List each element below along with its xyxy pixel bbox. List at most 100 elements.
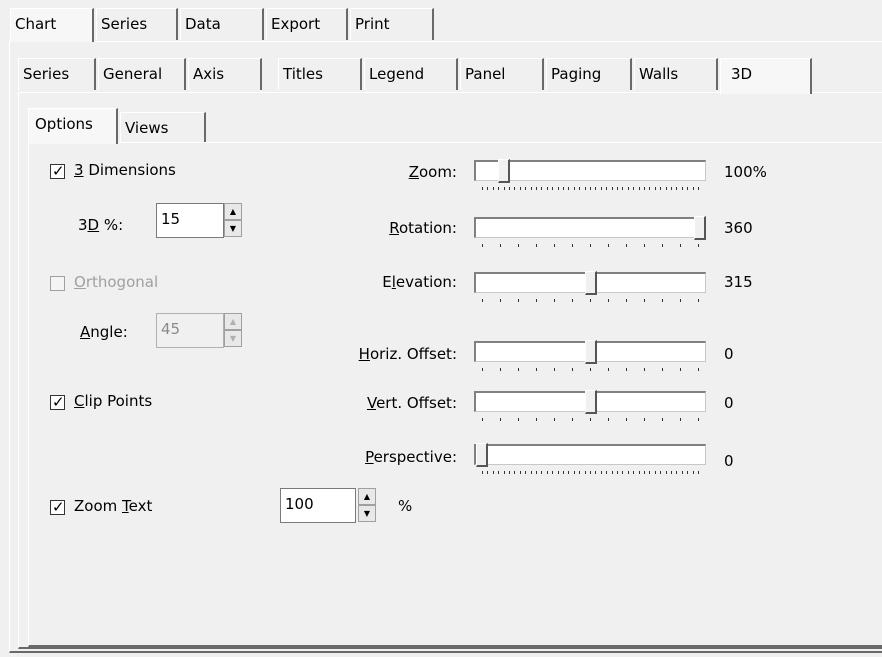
spin-down-icon[interactable]: ▼: [224, 330, 242, 347]
tick-mark: [554, 368, 555, 371]
tick-mark: [536, 187, 537, 190]
rotation-slider-thumb[interactable]: [694, 216, 706, 240]
horiz-offset-slider-ticks: [474, 368, 706, 372]
perspective-value: 0: [724, 452, 734, 470]
tab-export[interactable]: Export: [266, 8, 348, 40]
tick-mark: [482, 187, 483, 190]
tick-mark: [573, 471, 575, 474]
tick-mark: [552, 471, 554, 474]
tick-mark: [503, 187, 505, 190]
tick-mark: [525, 187, 527, 190]
elevation-value: 315: [724, 273, 753, 291]
zoom-text-unit: %: [398, 497, 413, 515]
tick-mark: [525, 471, 527, 474]
3d-percent-input[interactable]: 15: [156, 203, 224, 238]
spin-down-icon[interactable]: ▼: [224, 220, 242, 237]
orthogonal-label[interactable]: Orthogonal: [74, 273, 158, 291]
tick-mark: [627, 471, 629, 474]
tick-mark: [498, 471, 500, 474]
tick-mark: [557, 471, 559, 474]
zoom-text-input[interactable]: 100: [280, 488, 356, 523]
tick-mark: [611, 187, 613, 190]
tab-print[interactable]: Print: [350, 8, 434, 40]
tab-label: Series: [23, 65, 70, 83]
tick-mark: [536, 244, 537, 247]
tick-mark: [662, 244, 663, 247]
perspective-slider-ticks: [474, 471, 706, 475]
tab-titles[interactable]: Titles: [278, 58, 362, 90]
3-dimensions-label[interactable]: 3 Dimensions: [74, 161, 176, 179]
tick-mark: [622, 471, 624, 474]
tab-label: Paging: [551, 65, 602, 83]
angle-label: Angle:: [80, 323, 128, 341]
zoom-text-spinner[interactable]: ▲ ▼: [358, 488, 376, 523]
elevation-slider-thumb[interactable]: [585, 271, 597, 295]
spin-up-icon[interactable]: ▲: [224, 313, 242, 330]
perspective-slider[interactable]: [474, 444, 706, 465]
zoom-text-label[interactable]: Zoom Text: [74, 497, 152, 515]
3-dimensions-checkbox[interactable]: ✓: [50, 162, 65, 180]
elevation-slider-ticks: [474, 299, 706, 303]
tab-series-settings[interactable]: Series: [18, 58, 96, 90]
tick-mark: [552, 187, 554, 190]
tab-chart[interactable]: Chart: [10, 8, 94, 42]
angle-spinner[interactable]: ▲ ▼: [224, 313, 242, 348]
tick-mark: [482, 471, 483, 474]
3d-percent-spinner[interactable]: ▲ ▼: [224, 203, 242, 238]
tick-mark: [572, 299, 573, 302]
orthogonal-checkbox[interactable]: [50, 276, 65, 291]
tick-mark: [627, 187, 629, 190]
zoom-text-checkbox[interactable]: ✓: [50, 498, 65, 516]
checkmark-icon: ✓: [52, 393, 65, 411]
tab-walls[interactable]: Walls: [634, 58, 718, 90]
tick-mark: [530, 471, 532, 474]
tick-mark: [660, 471, 662, 474]
zoom-slider-thumb[interactable]: [497, 159, 510, 183]
horiz-offset-slider-thumb[interactable]: [585, 340, 597, 364]
tick-mark: [633, 471, 635, 474]
tick-mark: [687, 187, 689, 190]
spin-down-icon[interactable]: ▼: [358, 505, 376, 522]
tick-mark: [498, 187, 500, 190]
tab-axis[interactable]: Axis: [188, 58, 262, 90]
tick-mark: [595, 187, 597, 190]
tick-mark: [482, 418, 483, 421]
tick-mark: [644, 299, 645, 302]
rotation-slider[interactable]: [474, 217, 706, 238]
top-tab-bar: Chart Series Data Export Print: [10, 8, 870, 42]
clip-points-label[interactable]: Clip Points: [74, 392, 152, 410]
clip-points-checkbox[interactable]: ✓: [50, 393, 65, 411]
tab-3d[interactable]: 3D: [720, 58, 812, 94]
tab-label: Views: [125, 119, 169, 137]
tick-mark: [572, 418, 573, 421]
tick-mark: [503, 471, 505, 474]
tab-label: Export: [271, 15, 321, 33]
vert-offset-slider-thumb[interactable]: [585, 390, 597, 414]
tick-mark: [519, 187, 521, 190]
tick-mark: [638, 187, 640, 190]
tick-mark: [500, 244, 501, 247]
tick-mark: [617, 471, 618, 474]
tab-series[interactable]: Series: [96, 8, 178, 40]
tab-data[interactable]: Data: [180, 8, 264, 40]
tick-mark: [644, 187, 645, 190]
tab-options[interactable]: Options: [28, 108, 118, 144]
tab-label: Axis: [193, 65, 225, 83]
vert-offset-slider-ticks: [474, 418, 706, 422]
tick-mark: [536, 471, 537, 474]
spin-up-icon[interactable]: ▲: [358, 488, 376, 505]
tab-views[interactable]: Views: [120, 112, 206, 142]
tick-mark: [665, 187, 667, 190]
tab-legend[interactable]: Legend: [364, 58, 458, 90]
tab-label: Data: [185, 15, 221, 33]
angle-input[interactable]: 45: [156, 313, 224, 348]
spin-up-icon[interactable]: ▲: [224, 203, 242, 220]
tab-general[interactable]: General: [98, 58, 186, 90]
tick-mark: [649, 471, 651, 474]
tab-paging[interactable]: Paging: [546, 58, 632, 90]
horiz-offset-value: 0: [724, 345, 734, 363]
tick-mark: [681, 187, 683, 190]
tab-label: Print: [355, 15, 390, 33]
perspective-slider-thumb[interactable]: [476, 443, 488, 467]
tab-panel[interactable]: Panel: [460, 58, 544, 90]
